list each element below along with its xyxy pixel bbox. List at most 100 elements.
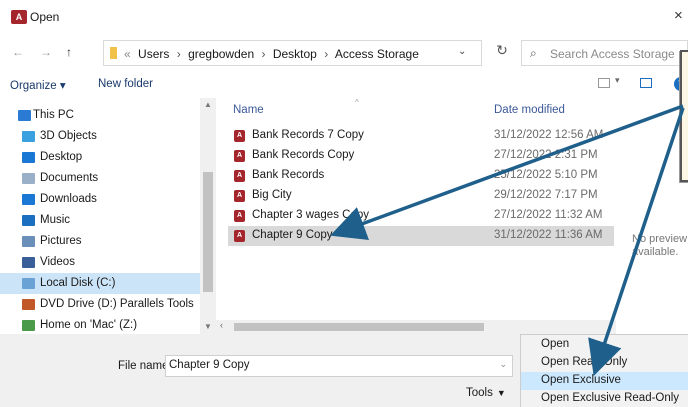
file-row[interactable]: A Big City 29/12/2022 7:17 PM bbox=[228, 186, 614, 206]
menu-item-open-read-only[interactable]: Open Read-Only bbox=[521, 354, 688, 372]
file-list-scrollbar[interactable]: ‹ bbox=[216, 320, 616, 334]
search-placeholder: Search Access Storage bbox=[550, 47, 675, 61]
back-arrow-icon[interactable]: ← bbox=[12, 45, 24, 59]
scroll-left-icon[interactable]: ‹ bbox=[220, 320, 223, 330]
refresh-icon[interactable]: ↻ bbox=[492, 42, 512, 62]
nav-item-label: 3D Objects bbox=[40, 130, 97, 142]
nav-item-dvd-drive[interactable]: DVD Drive (D:) Parallels Tools bbox=[0, 294, 204, 315]
nav-item-label: Videos bbox=[40, 256, 75, 268]
breadcrumb-separator: › bbox=[176, 47, 181, 61]
nav-scrollbar[interactable]: ▲ ▼ bbox=[200, 98, 216, 334]
file-date: 27/12/2022 2:31 PM bbox=[494, 149, 598, 161]
nav-item-documents[interactable]: Documents bbox=[0, 168, 204, 189]
file-list: Name ^ Date modified A Bank Records 7 Co… bbox=[216, 98, 616, 334]
file-name: Chapter 9 Copy bbox=[252, 229, 333, 241]
sort-caret-icon: ^ bbox=[355, 98, 359, 107]
access-file-icon: A bbox=[234, 130, 245, 142]
view-options-icon[interactable] bbox=[598, 78, 610, 88]
nav-item-label: Downloads bbox=[40, 193, 97, 205]
nav-item-home-mac[interactable]: Home on 'Mac' (Z:) bbox=[0, 315, 204, 334]
nav-item-label: DVD Drive (D:) Parallels Tools bbox=[40, 298, 194, 310]
file-name: Big City bbox=[252, 189, 292, 201]
new-folder-button[interactable]: New folder bbox=[98, 78, 153, 90]
menu-item-label: Open Exclusive bbox=[541, 374, 621, 386]
nav-item-label: Music bbox=[40, 214, 71, 226]
tools-label: Tools bbox=[466, 387, 493, 399]
annotation-callout bbox=[680, 50, 688, 182]
folder-icon bbox=[110, 47, 117, 59]
scrollbar-thumb[interactable] bbox=[234, 323, 484, 331]
search-icon: ⌕ bbox=[530, 46, 537, 60]
nav-item-desktop[interactable]: Desktop bbox=[0, 147, 204, 168]
preview-message: No preview available. bbox=[632, 233, 688, 258]
file-name-input[interactable]: Chapter 9 Copy ⌄ bbox=[165, 355, 513, 377]
breadcrumb-desktop[interactable]: Desktop bbox=[273, 47, 317, 61]
chevron-down-icon[interactable]: ⌄ bbox=[458, 46, 466, 57]
preview-pane: No preview available. bbox=[616, 98, 688, 334]
file-row-selected[interactable]: A Chapter 9 Copy 31/12/2022 11:36 AM bbox=[228, 226, 614, 246]
chevron-down-icon: ▼ bbox=[496, 388, 506, 398]
nav-item-label: Local Disk (C:) bbox=[40, 277, 116, 289]
file-row[interactable]: A Bank Records 25/12/2022 5:10 PM bbox=[228, 166, 614, 186]
file-row[interactable]: A Bank Records 7 Copy 31/12/2022 12:56 A… bbox=[228, 126, 614, 146]
download-icon bbox=[22, 194, 35, 205]
nav-item-downloads[interactable]: Downloads bbox=[0, 189, 204, 210]
access-file-icon: A bbox=[234, 230, 245, 242]
desktop-icon bbox=[22, 152, 35, 163]
chevron-down-icon[interactable]: ⌄ bbox=[499, 359, 507, 370]
file-name: Bank Records bbox=[252, 169, 325, 181]
file-name: Chapter 3 wages Copy bbox=[252, 209, 369, 221]
nav-item-music[interactable]: Music bbox=[0, 210, 204, 231]
menu-item-label: Open Read-Only bbox=[541, 356, 628, 368]
window-title: Open bbox=[30, 10, 60, 24]
breadcrumb-access-storage[interactable]: Access Storage bbox=[335, 47, 419, 61]
scroll-up-icon[interactable]: ▲ bbox=[204, 100, 212, 109]
access-file-icon: A bbox=[234, 210, 245, 222]
menu-item-open-exclusive[interactable]: Open Exclusive bbox=[521, 372, 688, 390]
menu-item-open[interactable]: Open bbox=[521, 336, 688, 354]
close-icon[interactable]: × bbox=[674, 7, 683, 24]
column-header-date-modified[interactable]: Date modified bbox=[494, 104, 565, 116]
nav-item-3d-objects[interactable]: 3D Objects bbox=[0, 126, 204, 147]
nav-item-label: Pictures bbox=[40, 235, 82, 247]
nav-item-label: This PC bbox=[33, 109, 74, 121]
menu-item-open-exclusive-read-only[interactable]: Open Exclusive Read-Only bbox=[521, 390, 688, 407]
menu-item-label: Open Exclusive Read-Only bbox=[541, 392, 680, 404]
title-bar: A Open × bbox=[0, 0, 688, 34]
search-input[interactable]: ⌕ Search Access Storage bbox=[521, 40, 688, 66]
navigation-pane: This PC 3D Objects Desktop Documents Dow… bbox=[0, 98, 216, 334]
breadcrumb-users[interactable]: Users bbox=[138, 47, 169, 61]
nav-item-label: Desktop bbox=[40, 151, 83, 163]
chevron-down-icon[interactable]: ▾ bbox=[615, 75, 620, 86]
file-date: 31/12/2022 11:36 AM bbox=[494, 229, 603, 241]
nav-item-local-disk[interactable]: Local Disk (C:) bbox=[0, 273, 204, 294]
file-date: 25/12/2022 5:10 PM bbox=[494, 169, 598, 181]
preview-pane-icon[interactable] bbox=[640, 78, 652, 88]
file-date: 27/12/2022 11:32 AM bbox=[494, 209, 603, 221]
up-arrow-icon[interactable]: ↑ bbox=[66, 45, 72, 59]
dvd-icon bbox=[22, 299, 35, 310]
file-row[interactable]: A Bank Records Copy 27/12/2022 2:31 PM bbox=[228, 146, 614, 166]
nav-item-this-pc[interactable]: This PC bbox=[0, 105, 204, 126]
videos-icon bbox=[22, 257, 35, 268]
address-row: ← → ↑ « Users › gregbowden › Desktop › A… bbox=[0, 34, 688, 70]
file-row[interactable]: A Chapter 3 wages Copy 27/12/2022 11:32 … bbox=[228, 206, 614, 226]
breadcrumb-gregbowden[interactable]: gregbowden bbox=[188, 47, 254, 61]
tools-button[interactable]: Tools ▼ bbox=[466, 387, 506, 399]
nav-item-videos[interactable]: Videos bbox=[0, 252, 204, 273]
access-file-icon: A bbox=[234, 190, 245, 202]
column-header-name[interactable]: Name bbox=[233, 104, 264, 116]
disk-icon bbox=[22, 278, 35, 289]
pictures-icon bbox=[22, 236, 35, 247]
computer-icon bbox=[18, 110, 31, 121]
organize-button[interactable]: Organize ▾ bbox=[10, 78, 66, 92]
forward-arrow-icon[interactable]: → bbox=[40, 45, 52, 59]
scroll-down-icon[interactable]: ▼ bbox=[204, 322, 212, 331]
menu-item-label: Open bbox=[541, 338, 570, 350]
address-bar[interactable]: « Users › gregbowden › Desktop › Access … bbox=[103, 40, 482, 66]
breadcrumb-overflow[interactable]: « bbox=[124, 47, 131, 61]
nav-item-pictures[interactable]: Pictures bbox=[0, 231, 204, 252]
breadcrumb: « Users › gregbowden › Desktop › Access … bbox=[124, 47, 419, 61]
music-icon bbox=[22, 215, 35, 226]
scrollbar-thumb[interactable] bbox=[203, 172, 213, 292]
